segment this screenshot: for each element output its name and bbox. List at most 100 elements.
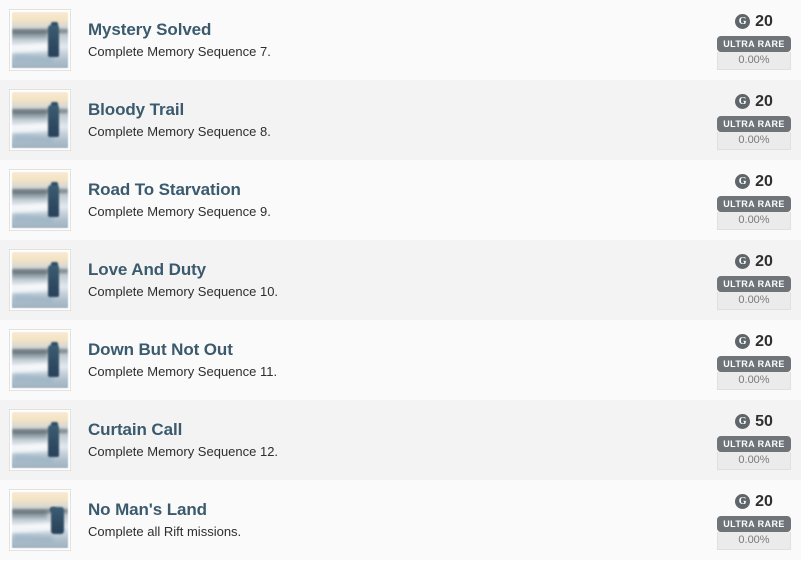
achievement-thumbnail[interactable] (9, 489, 71, 551)
horizon-line (12, 108, 68, 113)
achievement-info: Road To Starvation Complete Memory Seque… (71, 179, 715, 221)
figure-shape (47, 265, 60, 297)
horizon-line (12, 28, 68, 33)
achievement-info: Love And Duty Complete Memory Sequence 1… (71, 259, 715, 301)
points-value: 20 (755, 12, 773, 30)
achievement-title[interactable]: Bloody Trail (88, 99, 703, 120)
achievement-meta: G 20 ULTRA RARE 0.00% (715, 91, 793, 150)
achievement-meta: G 20 ULTRA RARE 0.00% (715, 331, 793, 390)
g-coin-icon: G (735, 254, 751, 269)
g-coin-icon: G (735, 414, 751, 429)
frozen-landscape-image (12, 412, 68, 468)
horizon-line (12, 188, 68, 193)
frozen-landscape-image (12, 172, 68, 228)
rarity-badge: ULTRA RARE (717, 355, 791, 372)
completion-percentage: 0.00% (717, 131, 791, 150)
achievement-title[interactable]: No Man's Land (88, 499, 703, 520)
points-value: 50 (755, 412, 773, 430)
achievement-thumbnail[interactable] (9, 329, 71, 391)
figure-shape (47, 25, 60, 57)
figure-shape (47, 345, 60, 377)
achievement-thumbnail[interactable] (9, 409, 71, 471)
achievement-info: No Man's Land Complete all Rift missions… (71, 499, 715, 541)
figure-shape (50, 507, 65, 534)
ice-shape-1 (12, 522, 54, 534)
achievement-meta: G 20 ULTRA RARE 0.00% (715, 171, 793, 230)
points-value: 20 (755, 172, 773, 190)
achievement-meta: G 20 ULTRA RARE 0.00% (715, 11, 793, 70)
g-coin-icon: G (735, 494, 751, 509)
achievement-info: Curtain Call Complete Memory Sequence 12… (71, 419, 715, 461)
completion-percentage: 0.00% (717, 371, 791, 390)
g-coin-icon: G (735, 94, 751, 109)
achievement-description: Complete Memory Sequence 11. (88, 364, 278, 379)
points-row: G 20 (735, 91, 773, 113)
points-row: G 20 (735, 11, 773, 33)
completion-percentage: 0.00% (717, 531, 791, 550)
points-row: G 20 (735, 331, 773, 353)
achievement-info: Mystery Solved Complete Memory Sequence … (71, 19, 715, 61)
achievement-list: Mystery Solved Complete Memory Sequence … (0, 0, 801, 565)
achievement-row[interactable]: No Man's Land Complete all Rift missions… (0, 480, 801, 560)
achievement-thumbnail[interactable] (9, 169, 71, 231)
achievement-title[interactable]: Love And Duty (88, 259, 703, 280)
achievement-description: Complete Memory Sequence 10. (88, 284, 279, 299)
achievement-title[interactable]: Road To Starvation (88, 179, 703, 200)
points-row: G 20 (735, 251, 773, 273)
achievement-info: Down But Not Out Complete Memory Sequenc… (71, 339, 715, 381)
achievement-description: Complete all Rift missions. (88, 524, 242, 539)
horizon-line (12, 268, 68, 273)
g-coin-icon: G (735, 14, 751, 29)
completion-percentage: 0.00% (717, 291, 791, 310)
completion-percentage: 0.00% (717, 51, 791, 70)
achievement-title[interactable]: Down But Not Out (88, 339, 703, 360)
points-value: 20 (755, 252, 773, 270)
achievement-row[interactable]: Love And Duty Complete Memory Sequence 1… (0, 240, 801, 320)
figure-shape (47, 105, 60, 137)
g-coin-icon: G (735, 334, 751, 349)
horizon-line (12, 428, 68, 433)
achievement-info: Bloody Trail Complete Memory Sequence 8. (71, 99, 715, 141)
points-value: 20 (755, 492, 773, 510)
points-value: 20 (755, 92, 773, 110)
achievement-row[interactable]: Curtain Call Complete Memory Sequence 12… (0, 400, 801, 480)
frozen-landscape-image (12, 492, 68, 548)
points-row: G 20 (735, 491, 773, 513)
rarity-badge: ULTRA RARE (717, 35, 791, 52)
rarity-badge: ULTRA RARE (717, 275, 791, 292)
achievement-description: Complete Memory Sequence 8. (88, 124, 271, 139)
rarity-badge: ULTRA RARE (717, 115, 791, 132)
frozen-landscape-image (12, 12, 68, 68)
achievement-title[interactable]: Mystery Solved (88, 19, 703, 40)
rarity-badge: ULTRA RARE (717, 515, 791, 532)
points-value: 20 (755, 332, 773, 350)
completion-percentage: 0.00% (717, 451, 791, 470)
achievement-row[interactable]: Bloody Trail Complete Memory Sequence 8.… (0, 80, 801, 160)
achievement-thumbnail[interactable] (9, 9, 71, 71)
points-row: G 50 (735, 411, 773, 433)
frozen-landscape-image (12, 92, 68, 148)
figure-shape (47, 425, 60, 457)
achievement-description: Complete Memory Sequence 12. (88, 444, 279, 459)
achievement-meta: G 20 ULTRA RARE 0.00% (715, 491, 793, 550)
achievement-title[interactable]: Curtain Call (88, 419, 703, 440)
g-coin-icon: G (735, 174, 751, 189)
achievement-description: Complete Memory Sequence 9. (88, 204, 271, 219)
achievement-row[interactable]: Road To Starvation Complete Memory Seque… (0, 160, 801, 240)
rarity-badge: ULTRA RARE (717, 195, 791, 212)
achievement-row[interactable]: Mystery Solved Complete Memory Sequence … (0, 0, 801, 80)
completion-percentage: 0.00% (717, 211, 791, 230)
ice-shape-2 (14, 533, 54, 543)
achievement-thumbnail[interactable] (9, 89, 71, 151)
achievement-meta: G 20 ULTRA RARE 0.00% (715, 251, 793, 310)
achievement-meta: G 50 ULTRA RARE 0.00% (715, 411, 793, 470)
figure-shape (47, 185, 60, 217)
frozen-landscape-image (12, 252, 68, 308)
achievement-row[interactable]: Down But Not Out Complete Memory Sequenc… (0, 320, 801, 400)
horizon-line (12, 348, 68, 353)
achievement-thumbnail[interactable] (9, 249, 71, 311)
points-row: G 20 (735, 171, 773, 193)
achievement-description: Complete Memory Sequence 7. (88, 44, 271, 59)
frozen-landscape-image (12, 332, 68, 388)
rarity-badge: ULTRA RARE (717, 435, 791, 452)
